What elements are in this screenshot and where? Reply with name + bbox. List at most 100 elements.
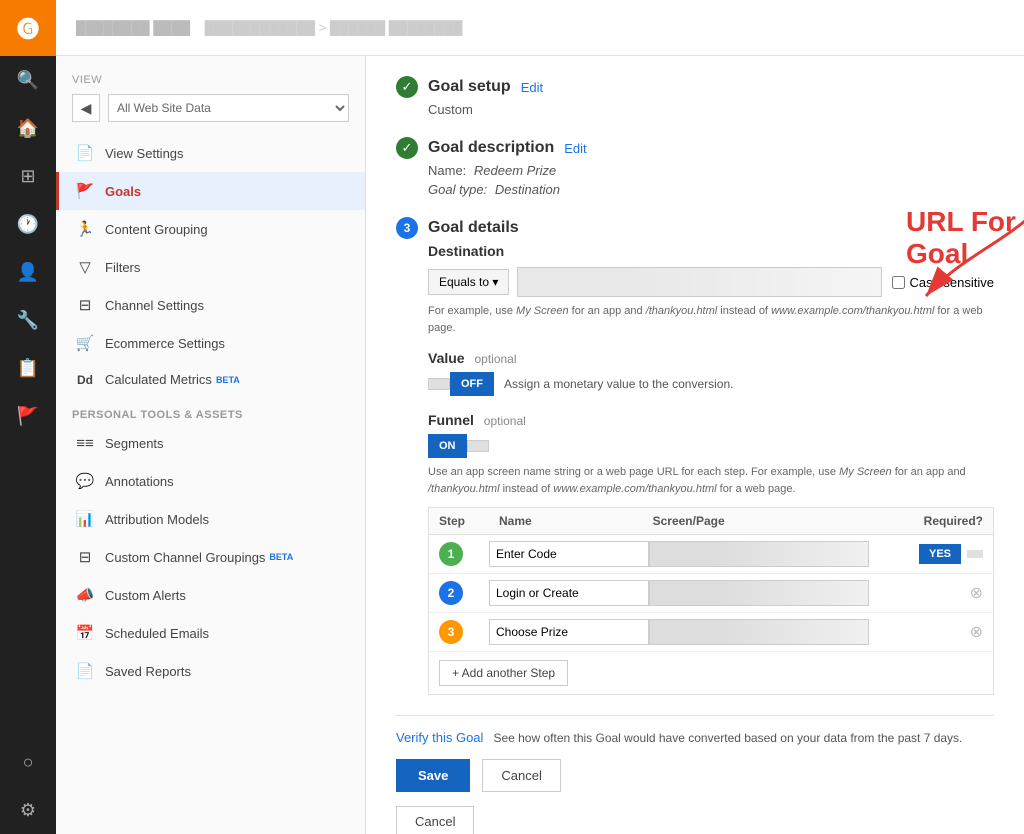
value-toggle: OFF Assign a monetary value to the conve… (428, 372, 994, 396)
funnel-name-input-3[interactable] (489, 619, 649, 645)
add-step-button[interactable]: + Add another Step (439, 660, 568, 686)
sidebar-item-ecommerce-settings[interactable]: 🛒 Ecommerce Settings (56, 324, 365, 362)
equals-to-dropdown[interactable]: Equals to ▾ (428, 269, 509, 295)
segments-icon: ≡≡ (75, 435, 95, 452)
nav-settings[interactable]: ⚙ (0, 786, 56, 834)
value-label: Value (428, 350, 465, 366)
name-cell-2 (489, 580, 649, 606)
remove-icon-2[interactable]: ⊗ (970, 583, 983, 603)
funnel-row-2: 2 ⊗ (429, 574, 993, 613)
sidebar-item-label: Calculated Metrics (105, 372, 212, 387)
funnel-toggle: ON (428, 434, 994, 458)
back-button[interactable]: ◀ (72, 94, 100, 122)
content-row: VIEW ◀ All Web Site Data 📄 View Settings… (56, 56, 1024, 834)
funnel-toggle-off[interactable] (467, 440, 489, 452)
sidebar-item-view-settings[interactable]: 📄 View Settings (56, 134, 365, 172)
funnel-hint: Use an app screen name string or a web p… (428, 464, 994, 497)
nav-info[interactable]: ○ (0, 738, 56, 786)
funnel-name-input-2[interactable] (489, 580, 649, 606)
goal-setup-section: ✓ Goal setup Edit Custom (396, 76, 994, 117)
sidebar-item-content-grouping[interactable]: 🏃 Content Grouping (56, 210, 365, 248)
bottom-cancel-button[interactable]: Cancel (396, 806, 474, 834)
required-cell-1: YES (883, 544, 983, 564)
sidebar-item-label: Annotations (105, 474, 174, 489)
step-num-1: 1 (439, 542, 463, 566)
step-cell-1: 1 (439, 542, 489, 566)
goal-setup-check: ✓ (396, 76, 418, 98)
sidebar-item-calculated-metrics[interactable]: Dd Calculated Metrics BETA (56, 362, 365, 397)
funnel-screen-input-3[interactable] (649, 619, 869, 645)
personal-tools-label: PERSONAL TOOLS & ASSETS (56, 397, 365, 425)
step-cell-2: 2 (439, 581, 489, 605)
funnel-screen-input-2[interactable] (649, 580, 869, 606)
view-label: VIEW (56, 66, 365, 90)
sidebar-item-label: Filters (105, 260, 140, 275)
funnel-name-input-1[interactable] (489, 541, 649, 567)
screen-cell-1 (649, 541, 883, 567)
sidebar-item-filters[interactable]: ▽ Filters (56, 248, 365, 286)
channel-icon: ⊟ (75, 296, 95, 314)
funnel-label: Funnel (428, 412, 474, 428)
sidebar-item-scheduled-emails[interactable]: 📅 Scheduled Emails (56, 614, 365, 652)
save-button[interactable]: Save (396, 759, 470, 792)
nav-home[interactable]: 🏠 (0, 104, 56, 152)
goal-description-edit[interactable]: Edit (564, 141, 586, 156)
beta-badge: BETA (216, 375, 240, 385)
nav-search[interactable]: 🔍 (0, 56, 56, 104)
sidebar-item-label: Channel Settings (105, 298, 204, 313)
type-label: Goal type: (428, 182, 487, 197)
sidebar-item-channel-settings[interactable]: ⊟ Channel Settings (56, 286, 365, 324)
cancel-button[interactable]: Cancel (482, 759, 560, 792)
yes-button-1[interactable]: YES (919, 544, 961, 564)
funnel-title: Funnel optional (428, 412, 994, 428)
annotations-icon: 💬 (75, 472, 95, 490)
goal-setup-sub: Custom (428, 102, 994, 117)
sidebar-item-custom-channel-groupings[interactable]: ⊟ Custom Channel Groupings BETA (56, 538, 365, 576)
sidebar-item-saved-reports[interactable]: 📄 Saved Reports (56, 652, 365, 690)
action-row: Save Cancel (396, 759, 994, 792)
sidebar-item-label: Content Grouping (105, 222, 208, 237)
goal-setup-edit[interactable]: Edit (521, 80, 543, 95)
funnel-screen-input-1[interactable] (649, 541, 869, 567)
no-button-1[interactable] (967, 550, 983, 558)
name-cell-1 (489, 541, 649, 567)
goal-description-name: Name: Redeem Prize (428, 163, 994, 178)
remove-icon-3[interactable]: ⊗ (970, 622, 983, 642)
nav-wrench[interactable]: 🔧 (0, 296, 56, 344)
funnel-toggle-on[interactable]: ON (428, 434, 467, 458)
url-goal-arrow (876, 201, 1024, 321)
goal-details-title: Goal details (428, 219, 519, 237)
sidebar-item-annotations[interactable]: 💬 Annotations (56, 462, 365, 500)
nav-document[interactable]: 📋 (0, 344, 56, 392)
sidebar-select-wrap: ◀ All Web Site Data (56, 90, 365, 134)
nav-flag[interactable]: 🚩 (0, 392, 56, 440)
view-select[interactable]: All Web Site Data (108, 94, 349, 122)
nav-person[interactable]: 👤 (0, 248, 56, 296)
required-cell-2: ⊗ (883, 583, 983, 603)
sidebar-item-custom-alerts[interactable]: 📣 Custom Alerts (56, 576, 365, 614)
sidebar: VIEW ◀ All Web Site Data 📄 View Settings… (56, 56, 366, 834)
value-toggle-off[interactable]: OFF (450, 372, 494, 396)
funnel-optional: optional (484, 414, 526, 428)
funnel-section: Funnel optional ON Use an app screen nam… (428, 412, 994, 695)
sidebar-item-segments[interactable]: ≡≡ Segments (56, 425, 365, 462)
sidebar-item-goals[interactable]: 🚩 Goals (56, 172, 365, 210)
runner-icon: 🏃 (75, 220, 95, 238)
nav-grid[interactable]: ⊞ (0, 152, 56, 200)
groupings-icon: ⊟ (75, 548, 95, 566)
sidebar-item-attribution-models[interactable]: 📊 Attribution Models (56, 500, 365, 538)
screen-cell-3 (649, 619, 883, 645)
funnel-row-1: 1 YES (429, 535, 993, 574)
assign-text: Assign a monetary value to the conversio… (504, 377, 733, 391)
goal-details-num: 3 (396, 217, 418, 239)
destination-input[interactable] (517, 267, 882, 297)
sidebar-item-label: Saved Reports (105, 664, 191, 679)
verify-link[interactable]: Verify this Goal (396, 730, 483, 745)
header-name: Name (499, 514, 653, 528)
nav-clock[interactable]: 🕐 (0, 200, 56, 248)
sidebar-item-label: Goals (105, 184, 141, 199)
value-toggle-empty[interactable] (428, 378, 450, 390)
sidebar-item-label: View Settings (105, 146, 184, 161)
sidebar-item-label: Scheduled Emails (105, 626, 209, 641)
header-screen: Screen/Page (653, 514, 883, 528)
